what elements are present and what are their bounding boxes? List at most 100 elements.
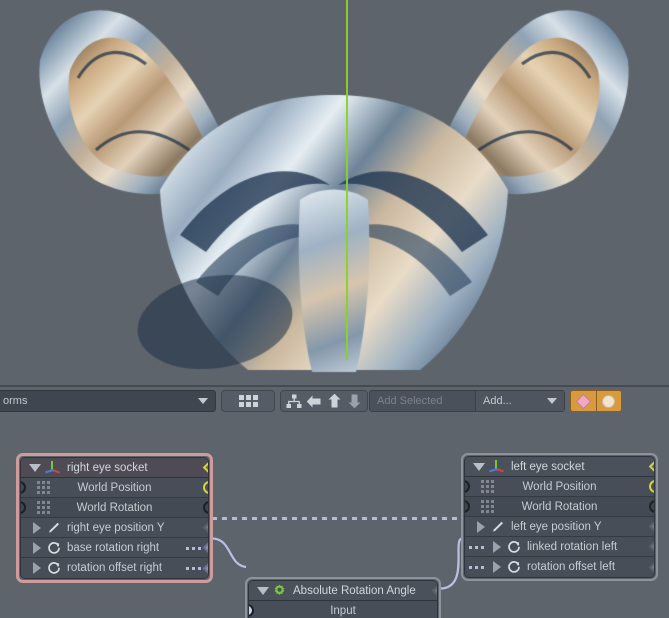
node-editor-panel: orms Add Selected Add... right eye socke… xyxy=(0,385,669,618)
row-world-rotation[interactable]: World Rotation xyxy=(465,497,654,517)
socket-world-rotation-out[interactable] xyxy=(649,500,654,513)
row-world-position[interactable]: World Position xyxy=(21,478,208,498)
circle-toggle-button[interactable] xyxy=(595,391,621,411)
socket-node-output[interactable] xyxy=(202,459,208,476)
collapse-triangle-icon[interactable] xyxy=(473,462,485,471)
expand-triangle-icon[interactable] xyxy=(33,541,41,554)
application-window: orms Add Selected Add... right eye socke… xyxy=(0,0,669,618)
expand-triangle-icon[interactable] xyxy=(33,562,41,574)
drag-handle-icon[interactable] xyxy=(37,501,50,514)
socket-input[interactable] xyxy=(249,604,254,617)
wire-output-to-offset-left xyxy=(439,537,463,590)
back-button[interactable] xyxy=(304,391,324,411)
node-title: Absolute Rotation Angle xyxy=(293,584,416,597)
axis-gizmo-icon xyxy=(489,459,504,474)
drag-handle-icon[interactable] xyxy=(481,480,494,493)
socket-node-output[interactable] xyxy=(648,458,654,475)
row-label: rotation offset left xyxy=(527,561,616,573)
connection-stub xyxy=(469,545,487,549)
row-rotation-offset-right[interactable]: rotation offset right xyxy=(21,558,208,578)
node-left-eye-socket[interactable]: left eye socket World Position World Rot… xyxy=(461,453,658,581)
node-editor-toolbar: orms Add Selected Add... xyxy=(0,387,669,415)
grid-icon xyxy=(238,395,258,407)
pencil-icon xyxy=(491,520,505,534)
add-field-group: Add Selected Add... xyxy=(369,390,565,412)
node-absolute-rotation-angle[interactable]: Absolute Rotation Angle Input Output xyxy=(245,577,441,618)
row-label: Input xyxy=(330,604,356,617)
arrow-down-icon xyxy=(348,394,360,409)
socket-rotation-offset-right[interactable] xyxy=(202,560,208,576)
row-linked-rotation-left[interactable]: linked rotation left xyxy=(465,537,654,557)
node-graph-canvas[interactable]: right eye socket World Position World Ro… xyxy=(0,415,669,618)
3d-viewport[interactable] xyxy=(0,0,669,385)
collapse-triangle-icon[interactable] xyxy=(257,586,269,595)
socket-world-position-in[interactable] xyxy=(21,481,26,494)
expand-triangle-icon[interactable] xyxy=(493,561,501,573)
socket-node-output[interactable] xyxy=(431,582,437,599)
socket-rotation-offset-left[interactable] xyxy=(648,559,654,575)
socket-base-rotation-right[interactable] xyxy=(202,539,208,556)
drag-handle-icon[interactable] xyxy=(481,500,494,513)
arrow-left-icon xyxy=(306,395,321,407)
socket-world-position-out[interactable] xyxy=(649,480,654,493)
wire-offset-right-to-input xyxy=(211,537,247,569)
rotation-icon xyxy=(507,540,521,554)
socket-linked-rotation-left[interactable] xyxy=(648,538,654,555)
node-header[interactable]: right eye socket xyxy=(21,458,208,478)
row-label: rotation offset right xyxy=(67,562,163,574)
pencil-icon xyxy=(47,521,61,535)
row-world-rotation[interactable]: World Rotation xyxy=(21,498,208,518)
socket-left-eye-position-y[interactable] xyxy=(648,518,654,535)
expand-triangle-icon[interactable] xyxy=(33,521,41,534)
mode-dropdown-label: orms xyxy=(3,395,28,407)
socket-world-rotation-in[interactable] xyxy=(465,500,470,513)
circle-icon xyxy=(602,394,616,408)
rotation-icon xyxy=(507,560,521,574)
socket-world-rotation-out[interactable] xyxy=(203,501,208,514)
row-label: linked rotation left xyxy=(527,540,618,553)
hierarchy-icon xyxy=(286,394,302,408)
node-header[interactable]: left eye socket xyxy=(465,457,654,477)
row-world-position[interactable]: World Position xyxy=(465,477,654,497)
add-selected-input[interactable]: Add Selected xyxy=(370,391,476,411)
row-label: World Rotation xyxy=(521,500,598,513)
row-right-eye-position-y[interactable]: right eye position Y xyxy=(21,518,208,538)
socket-right-eye-position-y[interactable] xyxy=(202,519,208,536)
node-right-eye-socket[interactable]: right eye socket World Position World Ro… xyxy=(16,453,213,583)
chevron-down-icon xyxy=(198,398,208,404)
row-label: right eye position Y xyxy=(67,521,165,534)
add-dropdown[interactable]: Add... xyxy=(476,391,564,411)
row-label: left eye position Y xyxy=(511,520,602,533)
node-title: left eye socket xyxy=(511,460,585,473)
collapse-triangle-icon[interactable] xyxy=(29,463,41,472)
rotation-icon xyxy=(47,541,61,555)
socket-world-rotation-in[interactable] xyxy=(21,501,26,514)
row-label: World Rotation xyxy=(76,501,153,514)
row-input[interactable]: Input xyxy=(249,601,437,618)
rotation-icon xyxy=(47,561,61,575)
move-down-button[interactable] xyxy=(344,391,364,411)
expand-triangle-icon[interactable] xyxy=(493,540,501,553)
row-label: World Position xyxy=(522,480,597,493)
node-title: right eye socket xyxy=(67,461,148,474)
navigation-button-group xyxy=(280,390,368,412)
row-label: World Position xyxy=(77,481,152,494)
socket-world-position-out[interactable] xyxy=(203,481,208,494)
viewport-render[interactable] xyxy=(0,0,669,385)
diamond-icon xyxy=(575,393,592,409)
node-body: Absolute Rotation Angle Input Output xyxy=(248,580,438,618)
row-rotation-offset-left[interactable]: rotation offset left xyxy=(465,557,654,577)
hierarchy-button[interactable] xyxy=(284,391,304,411)
expand-triangle-icon[interactable] xyxy=(477,520,485,533)
node-header[interactable]: Absolute Rotation Angle xyxy=(249,581,437,601)
drag-handle-icon[interactable] xyxy=(37,481,50,494)
display-toggle-group xyxy=(570,390,622,412)
mode-dropdown[interactable]: orms xyxy=(0,390,216,412)
diamond-toggle-button[interactable] xyxy=(571,391,596,411)
move-up-button[interactable] xyxy=(324,391,344,411)
row-left-eye-position-y[interactable]: left eye position Y xyxy=(465,517,654,537)
grid-view-button[interactable] xyxy=(221,390,275,412)
socket-world-position-in[interactable] xyxy=(465,480,470,493)
green-axis-line xyxy=(346,0,348,360)
row-base-rotation-right[interactable]: base rotation right xyxy=(21,538,208,558)
